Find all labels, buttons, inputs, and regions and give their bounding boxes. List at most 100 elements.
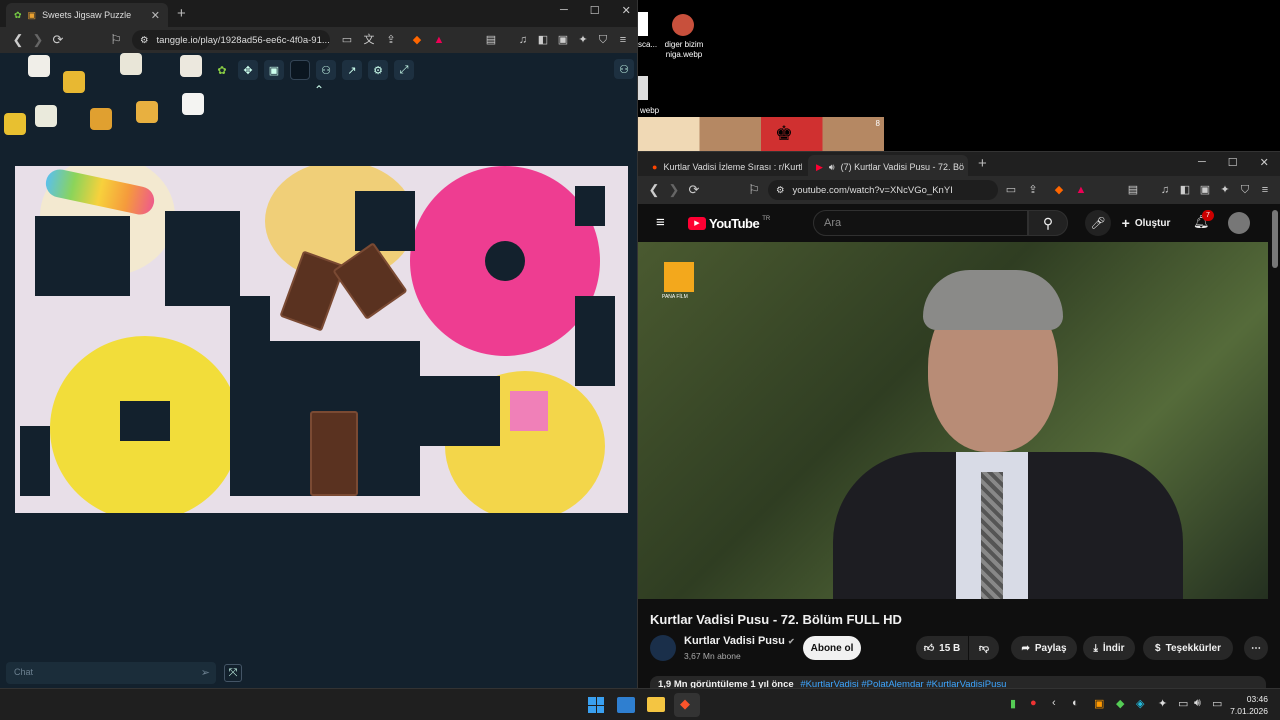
loose-piece[interactable]: [4, 113, 26, 135]
screen-icon[interactable]: ▭: [1004, 183, 1018, 197]
loose-piece[interactable]: [182, 93, 204, 115]
tray-app-icon[interactable]: ◈: [1136, 697, 1144, 710]
puzzle-board[interactable]: [15, 166, 628, 513]
reload-button[interactable]: ⟳: [48, 32, 68, 48]
leo-icon[interactable]: ✦: [1218, 183, 1232, 197]
maximize-button[interactable]: ☐: [590, 4, 600, 17]
bookmark-icon[interactable]: ⚐: [106, 32, 126, 48]
audio-icon[interactable]: 🔊︎: [829, 162, 835, 173]
loose-piece[interactable]: [63, 71, 85, 93]
new-tab-button[interactable]: +: [978, 155, 987, 172]
desktop-file-icon[interactable]: [638, 12, 648, 36]
chat-input[interactable]: Chat ➢: [6, 662, 216, 684]
tray-app-icon[interactable]: ◆: [1116, 697, 1124, 710]
reader-icon[interactable]: ▤: [1126, 183, 1140, 197]
tray-app-icon[interactable]: ▮: [1010, 697, 1016, 710]
tray-app-icon[interactable]: ▣: [1094, 697, 1104, 710]
site-info-icon[interactable]: ⚙: [140, 35, 149, 46]
chess-board-window[interactable]: ♚ 8: [638, 117, 884, 151]
system-clock[interactable]: 03:46 7.01.2026: [1230, 693, 1268, 717]
minimize-button[interactable]: ─: [560, 4, 568, 17]
reload-button[interactable]: ⟳: [684, 182, 704, 198]
close-window-button[interactable]: ✕: [1260, 156, 1269, 169]
loose-piece[interactable]: [180, 55, 202, 77]
create-button[interactable]: + Oluştur: [1118, 211, 1174, 235]
avatar[interactable]: [1228, 212, 1250, 234]
loose-piece[interactable]: [136, 101, 158, 123]
search-icon[interactable]: ⚲: [1028, 210, 1068, 236]
collapse-toolbar-icon[interactable]: ⌃: [314, 83, 324, 97]
voice-search-icon[interactable]: 🎤︎: [1085, 210, 1111, 236]
maximize-button[interactable]: ☐: [1228, 156, 1238, 169]
tanggle-logo-icon[interactable]: ✿: [212, 60, 232, 80]
puzzle-piece-icon[interactable]: ✥: [238, 60, 258, 80]
loose-piece[interactable]: [35, 105, 57, 127]
media-icon[interactable]: ♫: [1158, 183, 1172, 197]
close-window-button[interactable]: ✕: [622, 4, 631, 17]
brave-taskbar-button[interactable]: ◆: [674, 693, 700, 717]
reader-icon[interactable]: ▤: [484, 33, 498, 47]
battery-icon[interactable]: ▭: [1212, 697, 1222, 710]
brave-shield-icon[interactable]: ◆: [1052, 183, 1066, 197]
sidebar-icon[interactable]: ◧: [1178, 183, 1192, 197]
loose-piece[interactable]: [90, 108, 112, 130]
subscribe-button[interactable]: Abone ol: [803, 636, 861, 660]
sidebar-icon[interactable]: ◧: [536, 33, 550, 47]
vpn-icon[interactable]: ⛉: [1238, 183, 1252, 197]
screen-icon[interactable]: ▭: [340, 33, 354, 47]
vpn-icon[interactable]: ⛉: [596, 33, 610, 47]
desktop-image-thumbnail[interactable]: [672, 14, 694, 36]
tray-app-icon[interactable]: ●: [1030, 697, 1037, 709]
file-explorer-icon[interactable]: [647, 697, 665, 712]
settings-gear-icon[interactable]: ⚙: [368, 60, 388, 80]
translate-icon[interactable]: 文: [362, 33, 376, 47]
fit-view-icon[interactable]: ⤧: [224, 664, 242, 682]
video-player[interactable]: PANA FİLM: [638, 242, 1268, 599]
tab-sweets-puzzle[interactable]: ✿ ▣ Sweets Jigsaw Puzzle ✕: [6, 3, 168, 27]
share-icon[interactable]: ⇪: [1026, 183, 1040, 197]
image-preview-icon[interactable]: ▣: [264, 60, 284, 80]
channel-name[interactable]: Kurtlar Vadisi Pusu ✔: [684, 635, 795, 647]
more-actions-icon[interactable]: ⋯: [1244, 636, 1268, 660]
fullscreen-icon[interactable]: ⤢: [394, 60, 414, 80]
channel-avatar[interactable]: [650, 635, 676, 661]
site-info-icon[interactable]: ⚙: [776, 185, 785, 196]
url-field[interactable]: ⚙ youtube.com/watch?v=XNcVGo_KnYI: [768, 180, 998, 200]
share-button[interactable]: ➦ Paylaş: [1011, 636, 1077, 660]
search-input[interactable]: Ara: [813, 210, 1028, 236]
desktop-file-icon[interactable]: [638, 76, 648, 100]
back-button[interactable]: ❮: [644, 182, 664, 198]
share-icon[interactable]: ⇪: [384, 33, 398, 47]
loose-piece[interactable]: [28, 55, 50, 77]
widgets-icon[interactable]: [617, 697, 635, 713]
dislike-button[interactable]: 👎︎: [969, 636, 999, 660]
menu-icon[interactable]: ≡: [616, 33, 630, 47]
download-button[interactable]: ⤓ İndir: [1083, 636, 1135, 660]
leo-icon[interactable]: ✦: [576, 33, 590, 47]
back-button[interactable]: ❮: [8, 32, 28, 48]
background-color-button[interactable]: [290, 60, 310, 80]
brave-shield-icon[interactable]: ◆: [410, 33, 424, 47]
network-icon[interactable]: ▭: [1178, 697, 1188, 710]
forward-button[interactable]: ❯: [28, 32, 48, 48]
share-puzzle-icon[interactable]: ↗: [342, 60, 362, 80]
players-icon[interactable]: ⚇: [316, 60, 336, 80]
forward-button[interactable]: ❯: [664, 182, 684, 198]
page-scrollbar[interactable]: [1272, 210, 1278, 268]
start-button[interactable]: [588, 697, 604, 713]
brave-rewards-icon[interactable]: ▲: [1074, 183, 1088, 197]
wallet-icon[interactable]: ▣: [1198, 183, 1212, 197]
media-icon[interactable]: ♫: [516, 33, 530, 47]
menu-icon[interactable]: ≡: [1258, 183, 1272, 197]
tray-app-icon[interactable]: ◐: [1072, 697, 1079, 709]
tray-app-icon[interactable]: ✦: [1158, 697, 1167, 710]
minimize-button[interactable]: ─: [1198, 156, 1206, 169]
brave-rewards-icon[interactable]: ▲: [432, 33, 446, 47]
close-tab-icon[interactable]: ✕: [151, 9, 160, 22]
volume-icon[interactable]: 🔊︎: [1194, 697, 1201, 710]
users-panel-icon[interactable]: ⚇: [614, 59, 634, 79]
puzzle-canvas[interactable]: ✿ ✥ ▣ ⚇ ↗ ⚙ ⤢ ⚇ ⌃ Chat ➢ ⤧: [0, 53, 637, 688]
url-field[interactable]: ⚙ tanggle.io/play/1928ad56-ee6c-4f0a-91.…: [132, 30, 330, 50]
wallet-icon[interactable]: ▣: [556, 33, 570, 47]
loose-piece[interactable]: [120, 53, 142, 75]
